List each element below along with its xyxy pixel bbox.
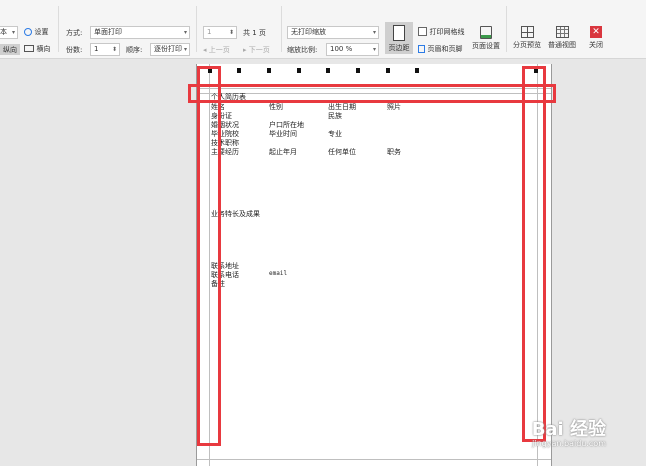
cell-major: 专业 — [328, 130, 342, 138]
page-total: 共 1 页 — [243, 29, 266, 37]
cell-ethnicity: 民族 — [328, 112, 342, 120]
printer-select-value: 本 — [0, 28, 7, 36]
print-preview-page: 个人简历表 姓名 性别 出生日期 照片 身份证 民族 婚姻状况 户口所在地 毕业… — [196, 64, 552, 466]
normal-view-label: 普通视图 — [548, 41, 576, 49]
toolbar-divider — [58, 6, 59, 52]
zoom-select[interactable]: 100 % ▾ — [326, 43, 379, 56]
page-break-icon — [520, 26, 534, 38]
close-icon: ✕ — [590, 26, 602, 38]
normal-view-button[interactable]: 普通视图 — [546, 26, 578, 50]
column-handle[interactable] — [415, 68, 419, 73]
header-footer-icon — [418, 44, 425, 53]
prev-page-button[interactable]: ◂ 上一页 — [203, 45, 230, 55]
order-select-value: 逐份打印 — [154, 45, 182, 53]
cell-email: email — [269, 270, 288, 277]
zoom-label: 缩放比例: — [287, 46, 318, 54]
checkbox-icon — [418, 27, 427, 36]
column-handle[interactable] — [297, 68, 301, 73]
order-label: 顺序: — [126, 46, 143, 54]
next-icon: ▸ — [243, 46, 247, 54]
close-preview-button[interactable]: ✕ 关闭 — [584, 26, 608, 50]
landscape-button[interactable]: 横向 — [24, 44, 51, 54]
close-label: 关闭 — [589, 41, 603, 49]
right-margin-highlight — [522, 66, 546, 442]
landscape-label: 横向 — [36, 45, 51, 53]
copies-label: 份数: — [66, 46, 83, 54]
settings-icon — [24, 27, 32, 36]
margins-button[interactable]: 页边距 — [385, 22, 413, 54]
column-handle[interactable] — [237, 68, 241, 73]
print-preview-toolbar: 本 ▾ 设置 纵向 横向 方式: 单面打印 ▾ 份数: 1 ⬍ 顺序: 逐份打印 ▾ 1… — [0, 0, 646, 59]
next-page-label: 下一页 — [248, 46, 270, 54]
header-footer-label: 页眉和页脚 — [427, 45, 463, 53]
mode-select[interactable]: 单面打印 ▾ — [90, 26, 190, 39]
page-break-preview-button[interactable]: 分页预览 — [510, 26, 544, 50]
stepper-arrows-icon: ⬍ — [111, 46, 117, 53]
column-handle[interactable] — [326, 68, 330, 73]
cell-employer: 任何单位 — [328, 148, 356, 156]
toolbar-divider — [281, 6, 282, 52]
watermark-url: jingyan.baidu.com — [532, 439, 606, 448]
page-margins-icon — [393, 25, 405, 41]
stepper-arrows-icon: ⬍ — [228, 29, 234, 36]
chevron-down-icon: ▾ — [372, 46, 376, 53]
printer-select[interactable]: 本 ▾ — [0, 26, 18, 39]
page-number-value: 1 — [207, 28, 212, 36]
mode-label: 方式: — [66, 29, 83, 37]
chevron-down-icon: ▾ — [11, 29, 15, 36]
settings-button[interactable]: 设置 — [24, 27, 49, 37]
copies-value: 1 — [94, 45, 99, 53]
page-setup-icon — [480, 26, 492, 39]
mode-select-value: 单面打印 — [94, 28, 122, 36]
header-margin-highlight — [188, 84, 556, 103]
column-handle[interactable] — [386, 68, 390, 73]
landscape-icon — [24, 45, 34, 52]
column-handle[interactable] — [267, 68, 271, 73]
watermark-brand: Bai 经验 — [531, 419, 606, 440]
cell-graduation-time: 毕业时间 — [269, 130, 297, 138]
scale-mode-value: 无打印缩放 — [291, 28, 326, 36]
print-gridlines-checkbox[interactable]: 打印网格线 — [418, 27, 465, 37]
margins-label: 页边距 — [388, 44, 410, 52]
order-select[interactable]: 逐份打印 ▾ — [150, 43, 190, 56]
print-gridlines-label: 打印网格线 — [429, 28, 465, 36]
chevron-down-icon: ▾ — [183, 29, 187, 36]
cell-photo: 照片 — [387, 103, 401, 111]
column-handle[interactable] — [356, 68, 360, 73]
cell-gender: 性别 — [269, 103, 283, 111]
watermark: Bai 经验 jingyan.baidu.com — [532, 415, 606, 448]
left-margin-highlight — [197, 66, 221, 446]
chevron-down-icon: ▾ — [372, 29, 376, 36]
zoom-value: 100 % — [330, 45, 353, 53]
scale-mode-select[interactable]: 无打印缩放 ▾ — [287, 26, 379, 39]
page-number-stepper[interactable]: 1 ⬍ — [203, 26, 237, 39]
copies-stepper[interactable]: 1 ⬍ — [90, 43, 120, 56]
page-setup-label: 页面设置 — [472, 42, 500, 50]
grid-view-icon — [555, 26, 569, 38]
next-page-button[interactable]: ▸ 下一页 — [243, 45, 270, 55]
portrait-label: 纵向 — [3, 46, 17, 54]
chevron-down-icon: ▾ — [183, 46, 187, 53]
toolbar-divider — [506, 6, 507, 52]
cell-period: 起止年月 — [269, 148, 297, 156]
toolbar-divider — [196, 6, 197, 52]
page-break-preview-label: 分页预览 — [513, 41, 541, 49]
page-setup-button[interactable]: 页面设置 — [470, 26, 502, 51]
settings-label: 设置 — [34, 28, 49, 36]
prev-page-label: 上一页 — [208, 46, 230, 54]
portrait-button[interactable]: 纵向 — [0, 44, 20, 55]
cell-position: 职务 — [387, 148, 401, 156]
bottom-margin-guide[interactable] — [197, 459, 551, 460]
prev-icon: ◂ — [203, 46, 207, 54]
header-footer-button[interactable]: 页眉和页脚 — [418, 44, 463, 54]
